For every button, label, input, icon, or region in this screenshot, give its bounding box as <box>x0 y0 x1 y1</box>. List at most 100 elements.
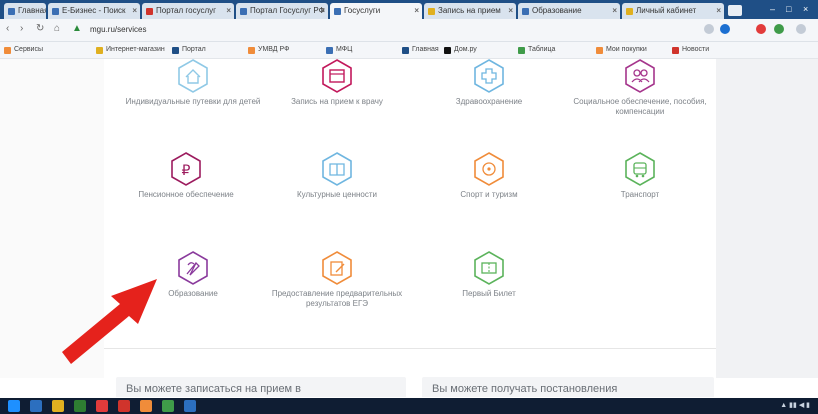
ruble-icon: ₽ <box>171 152 201 186</box>
bookmark[interactable]: Таблица <box>518 44 555 56</box>
excel-icon[interactable] <box>74 400 86 412</box>
browser-tab-active[interactable]: Госуслуги × <box>330 3 422 19</box>
close-tab-icon[interactable]: × <box>132 3 137 19</box>
document-icon <box>322 251 352 285</box>
bookmark-icon <box>96 47 103 54</box>
app-icon[interactable] <box>118 400 130 412</box>
service-tile[interactable]: Спорт и туризм <box>419 152 559 200</box>
house-icon <box>178 59 208 93</box>
chrome-icon[interactable] <box>162 400 174 412</box>
services-panel: Индивидуальные путевки для детей Запись … <box>104 59 716 349</box>
service-label: Образование <box>168 289 218 298</box>
browser-tab[interactable]: Главная <box>4 3 46 19</box>
bookmark[interactable]: Главная <box>402 44 439 56</box>
people-icon <box>625 59 655 93</box>
svg-text:₽: ₽ <box>182 163 191 179</box>
app-icon[interactable] <box>140 400 152 412</box>
favicon-icon <box>8 8 15 15</box>
calendar-icon <box>322 59 352 93</box>
bookmark-icon <box>444 47 451 54</box>
browser-tab[interactable]: Образование × <box>518 3 620 19</box>
service-label: Социальное обеспечение, пособия, компенс… <box>573 97 707 116</box>
bus-icon <box>625 152 655 186</box>
service-tile[interactable]: Здравоохранение <box>419 59 559 107</box>
extension-icon[interactable] <box>756 24 766 34</box>
close-tab-icon[interactable]: × <box>612 3 617 19</box>
service-tile[interactable]: Первый Билет <box>419 251 559 299</box>
ticket-icon <box>474 251 504 285</box>
bookmark[interactable]: Портал <box>172 44 206 56</box>
favicon-icon <box>240 8 247 15</box>
explorer-icon[interactable] <box>30 400 42 412</box>
back-icon[interactable]: ‹ <box>6 23 9 34</box>
service-tile[interactable]: ₽ Пенсионное обеспечение <box>116 152 256 200</box>
service-tile[interactable]: Культурные ценности <box>267 152 407 200</box>
maximize-icon[interactable]: □ <box>786 4 791 14</box>
close-tab-icon[interactable]: × <box>226 3 231 19</box>
word-icon[interactable] <box>184 400 196 412</box>
info-card[interactable]: Вы можете получать постановления <box>422 377 714 397</box>
ball-icon <box>474 152 504 186</box>
extension-icon[interactable] <box>720 24 730 34</box>
bookmark-icon <box>596 47 603 54</box>
browser-tab[interactable]: Запись на прием × <box>424 3 516 19</box>
forward-icon[interactable]: › <box>20 23 23 34</box>
service-label: Запись на прием к врачу <box>291 97 383 106</box>
service-tile[interactable]: Индивидуальные путевки для детей <box>123 59 263 107</box>
menu-icon[interactable] <box>796 24 806 34</box>
home-icon[interactable]: ⌂ <box>54 23 60 34</box>
service-tile-education[interactable]: Образование <box>123 251 263 299</box>
bookmark[interactable]: Интернет-магазин <box>96 44 165 56</box>
bookmark[interactable]: МФЦ <box>326 44 352 56</box>
extension-icon[interactable] <box>774 24 784 34</box>
bookmark[interactable]: УМВД РФ <box>248 44 289 56</box>
service-tile[interactable]: Социальное обеспечение, пособия, компенс… <box>570 59 710 117</box>
close-tab-icon[interactable]: × <box>716 3 721 19</box>
close-window-icon[interactable]: × <box>803 4 808 14</box>
bookmark-icon <box>518 47 525 54</box>
service-label: Предоставление предварительных результат… <box>271 289 403 308</box>
favicon-icon <box>522 8 529 15</box>
bookmark-icon <box>4 47 11 54</box>
service-tile[interactable]: Транспорт <box>570 152 710 200</box>
service-label: Первый Билет <box>462 289 516 298</box>
folder-icon[interactable] <box>52 400 64 412</box>
info-card-title: Вы можете получать постановления <box>432 383 618 395</box>
opera-icon[interactable] <box>96 400 108 412</box>
service-tile[interactable]: Запись на прием к врачу <box>267 59 407 107</box>
start-icon[interactable] <box>8 400 20 412</box>
favicon-icon <box>428 8 435 15</box>
browser-tab[interactable]: Портал Госуслуг РФ × <box>236 3 328 19</box>
extension-icon[interactable] <box>704 24 714 34</box>
browser-tab[interactable]: Личный кабинет × <box>622 3 724 19</box>
page-margin <box>0 59 104 378</box>
close-tab-icon[interactable]: × <box>508 3 513 19</box>
bookmark-icon <box>672 47 679 54</box>
service-label: Пенсионное обеспечение <box>138 190 234 199</box>
bookmark[interactable]: Дом.ру <box>444 44 477 56</box>
minimize-icon[interactable]: – <box>770 4 775 14</box>
favicon-icon <box>626 8 633 15</box>
favicon-icon <box>334 8 341 15</box>
bookmark-icon <box>326 47 333 54</box>
address-bar[interactable]: mgu.ru/services <box>90 23 650 37</box>
education-icon <box>178 251 208 285</box>
service-tile[interactable]: Предоставление предварительных результат… <box>267 251 407 309</box>
reload-icon[interactable]: ↻ <box>36 23 44 34</box>
bookmark[interactable]: Сервисы <box>4 44 43 56</box>
favicon-icon <box>146 8 153 15</box>
browser-tab[interactable]: Портал госуслуг × <box>142 3 234 19</box>
new-tab-button[interactable] <box>728 5 742 16</box>
page-margin <box>716 59 818 378</box>
bookmark[interactable]: Новости <box>672 44 709 56</box>
bookmark[interactable]: Мои покупки <box>596 44 647 56</box>
service-label: Здравоохранение <box>455 97 523 106</box>
info-card[interactable]: Вы можете записаться на прием в <box>116 377 406 397</box>
close-tab-icon[interactable]: × <box>414 3 419 19</box>
system-tray[interactable]: ▲ ▮▮ ◀ ▮ <box>780 401 810 409</box>
service-label: Спорт и туризм <box>460 190 518 199</box>
service-label: Культурные ценности <box>296 190 377 199</box>
bookmark-icon <box>402 47 409 54</box>
close-tab-icon[interactable]: × <box>320 3 325 19</box>
browser-tab[interactable]: Е-Бизнес - Поиск × <box>48 3 140 19</box>
